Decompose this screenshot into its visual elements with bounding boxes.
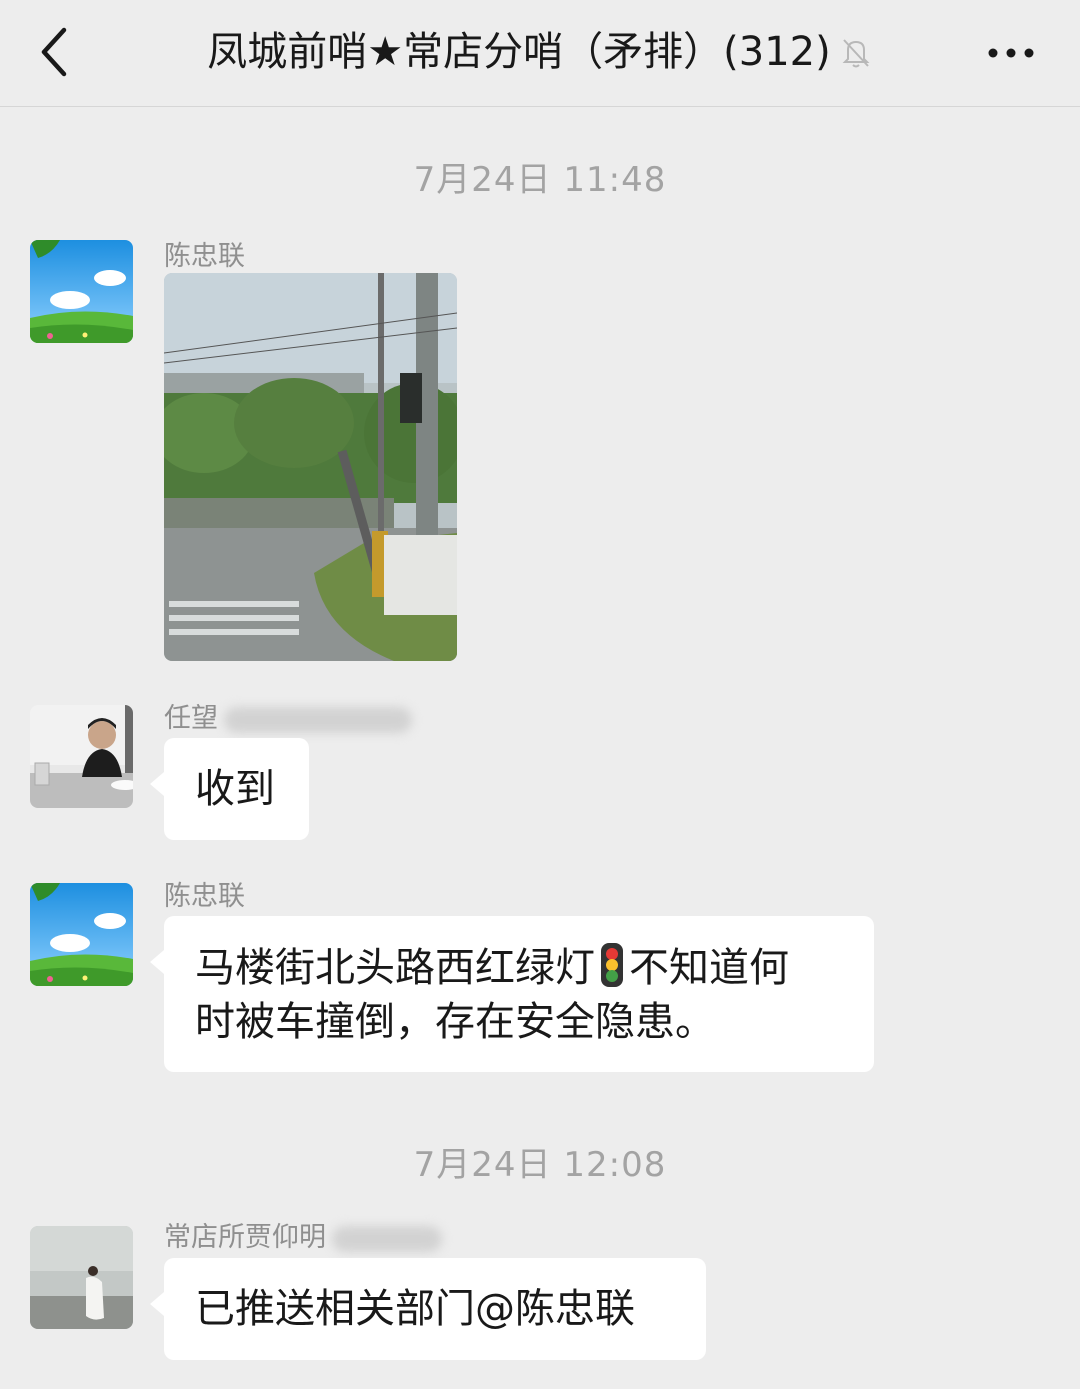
avatar[interactable] [30, 883, 133, 986]
sender-name-text: 任望 [164, 703, 218, 734]
message-text-part: 马楼街北头路西红绿灯 [195, 945, 595, 991]
avatar[interactable] [30, 705, 133, 808]
chat-header: 凤城前哨★常店分哨（矛排）(312) [0, 0, 1080, 107]
chat-title: 凤城前哨★常店分哨（矛排）(312) [0, 24, 1080, 80]
message-timestamp: 7月24日 11:48 [413, 160, 667, 200]
message-text-line-1: 马楼街北头路西红绿灯 不知道何 [195, 941, 874, 995]
avatar-landscape-image [30, 883, 133, 986]
image-message[interactable] [164, 273, 457, 661]
sender-name-text: 常店所贾仰明 [164, 1222, 326, 1253]
more-options-button[interactable] [986, 38, 1036, 68]
sender-name: 任望 [164, 696, 412, 735]
message-text-line-2: 时被车撞倒，存在安全隐患。 [195, 999, 715, 1045]
bell-muted-icon [842, 39, 870, 68]
message-text: 已推送相关部门@陈忠联 [195, 1286, 635, 1332]
avatar-landscape-image [30, 240, 133, 343]
sender-name: 陈忠联 [164, 241, 245, 272]
chat-title-text: 凤城前哨★常店分哨（矛排）(312) [207, 29, 831, 75]
message-timestamp: 7月24日 12:08 [413, 1145, 667, 1185]
redacted-nickname [224, 706, 412, 733]
text-bubble[interactable]: 已推送相关部门@陈忠联 [150, 1258, 706, 1360]
sender-name: 常店所贾仰明 [164, 1215, 442, 1254]
avatar-beach-photo [30, 1226, 133, 1329]
text-bubble[interactable]: 马楼街北头路西红绿灯 不知道何 时被车撞倒，存在安全隐患。 [150, 916, 874, 1072]
sender-name: 陈忠联 [164, 881, 245, 912]
traffic-light-icon [601, 943, 623, 987]
more-dots-icon [988, 48, 1034, 58]
avatar-child-photo [30, 705, 133, 808]
avatar[interactable] [30, 1226, 133, 1329]
message-text-part: 不知道何 [629, 945, 789, 991]
avatar[interactable] [30, 240, 133, 343]
street-photo [164, 273, 457, 661]
message-text: 收到 [195, 766, 275, 812]
redacted-nickname [332, 1225, 442, 1252]
text-bubble[interactable]: 收到 [150, 738, 309, 840]
